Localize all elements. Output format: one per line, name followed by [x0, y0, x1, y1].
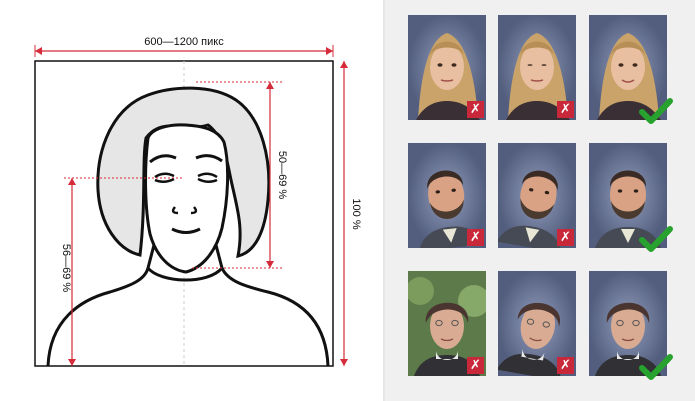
cross-icon: ✗ — [557, 101, 574, 118]
example-photo-reject: ✗ — [498, 271, 576, 376]
cross-icon: ✗ — [557, 357, 574, 374]
cross-icon: ✗ — [557, 229, 574, 246]
face-height-label: 50—69 % — [276, 151, 288, 200]
requirements-diagram-panel: 600—1200 пикс 100 % 50—69 % 56—69 % — [0, 0, 385, 401]
photo-requirements-diagram: 600—1200 пикс 100 % 50—69 % 56—69 % — [34, 36, 362, 367]
cross-icon: ✗ — [467, 357, 484, 374]
width-dimension: 600—1200 пикс — [34, 36, 334, 57]
full-height-label: 100 % — [350, 198, 362, 229]
example-photo-reject: ✗ — [408, 15, 486, 120]
example-photo-reject: ✗ — [498, 143, 576, 248]
example-photo-reject: ✗ — [498, 15, 576, 120]
example-photo-accept — [589, 15, 673, 124]
example-photo-reject: ✗ — [408, 271, 486, 376]
check-icon — [639, 98, 673, 124]
full-height-dimension: 100 % — [340, 61, 362, 366]
cross-icon: ✗ — [467, 229, 484, 246]
example-photo-accept — [589, 143, 673, 252]
check-icon — [639, 354, 673, 380]
check-icon — [639, 226, 673, 252]
example-photo-reject: ✗ — [408, 143, 486, 248]
example-photo-accept — [589, 271, 673, 380]
eye-height-label: 56—69 % — [60, 244, 72, 293]
width-label: 600—1200 пикс — [144, 36, 224, 48]
cross-icon: ✗ — [467, 101, 484, 118]
